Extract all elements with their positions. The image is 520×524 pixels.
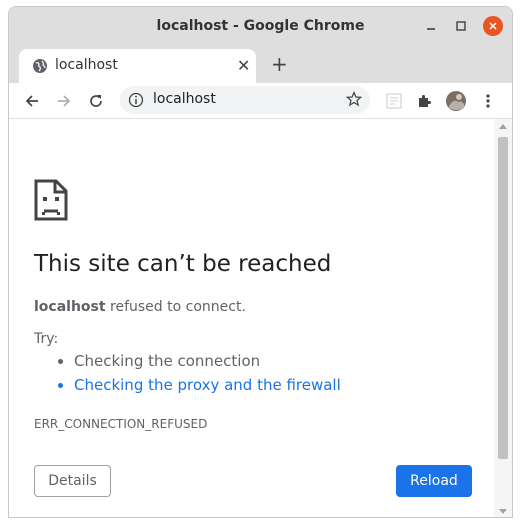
reload-icon (90, 95, 102, 107)
host-name: localhost (34, 299, 106, 315)
maximize-button[interactable] (452, 17, 470, 35)
extension-page-icon (386, 93, 402, 109)
url-text: localhost (153, 91, 216, 107)
suggestion-proxy-firewall-link[interactable]: Checking the proxy and the firewall (74, 373, 341, 397)
extension-button[interactable] (383, 90, 405, 112)
puzzle-icon (419, 95, 431, 107)
reload-page-button[interactable] (85, 90, 107, 112)
tab-title: localhost (55, 57, 118, 73)
error-page: This site can’t be reached localhost ref… (9, 119, 494, 517)
chrome-menu-button[interactable] (477, 90, 499, 112)
profile-avatar-button[interactable] (445, 90, 467, 112)
maximize-icon (456, 21, 466, 31)
avatar-icon (446, 91, 466, 111)
minimize-icon (427, 28, 435, 30)
tab-strip: localhost ✕ + (9, 45, 512, 83)
extensions-menu-button[interactable] (413, 90, 435, 112)
scroll-up-arrow-icon[interactable] (499, 124, 507, 129)
kebab-menu-icon (486, 94, 490, 108)
tab-localhost[interactable]: localhost ✕ (19, 49, 256, 83)
back-arrow-icon (25, 95, 38, 107)
new-tab-button[interactable]: + (271, 54, 288, 74)
address-bar[interactable]: localhost (120, 86, 370, 114)
back-button[interactable] (21, 90, 43, 112)
reload-button[interactable]: Reload (396, 465, 472, 497)
tab-close-button[interactable]: ✕ (237, 56, 250, 75)
browser-window: localhost - Google Chrome localhost ✕ + (8, 6, 513, 518)
window-title: localhost - Google Chrome (156, 18, 365, 34)
scrollbar[interactable] (494, 119, 512, 517)
globe-icon (33, 59, 47, 73)
suggestion-connection: Checking the connection (74, 349, 341, 373)
error-heading: This site can’t be reached (34, 251, 332, 277)
details-button[interactable]: Details (34, 465, 111, 497)
error-message: refused to connect. (105, 299, 246, 315)
star-icon[interactable] (346, 91, 362, 107)
toolbar: localhost (9, 83, 512, 119)
scroll-down-arrow-icon[interactable] (499, 509, 507, 514)
error-code: ERR_CONNECTION_REFUSED (34, 417, 208, 431)
suggestion-list: Checking the connection Checking the pro… (34, 349, 341, 397)
title-bar: localhost - Google Chrome (9, 7, 512, 45)
close-window-button[interactable] (483, 16, 503, 36)
info-icon[interactable] (128, 92, 144, 108)
minimize-button[interactable] (422, 17, 440, 35)
error-description: localhost refused to connect. (34, 299, 246, 315)
forward-arrow-icon (58, 95, 71, 107)
try-label: Try: (34, 331, 59, 347)
sad-page-icon (34, 179, 68, 221)
scrollbar-thumb[interactable] (498, 137, 508, 459)
close-icon (489, 22, 497, 30)
forward-button[interactable] (53, 90, 75, 112)
